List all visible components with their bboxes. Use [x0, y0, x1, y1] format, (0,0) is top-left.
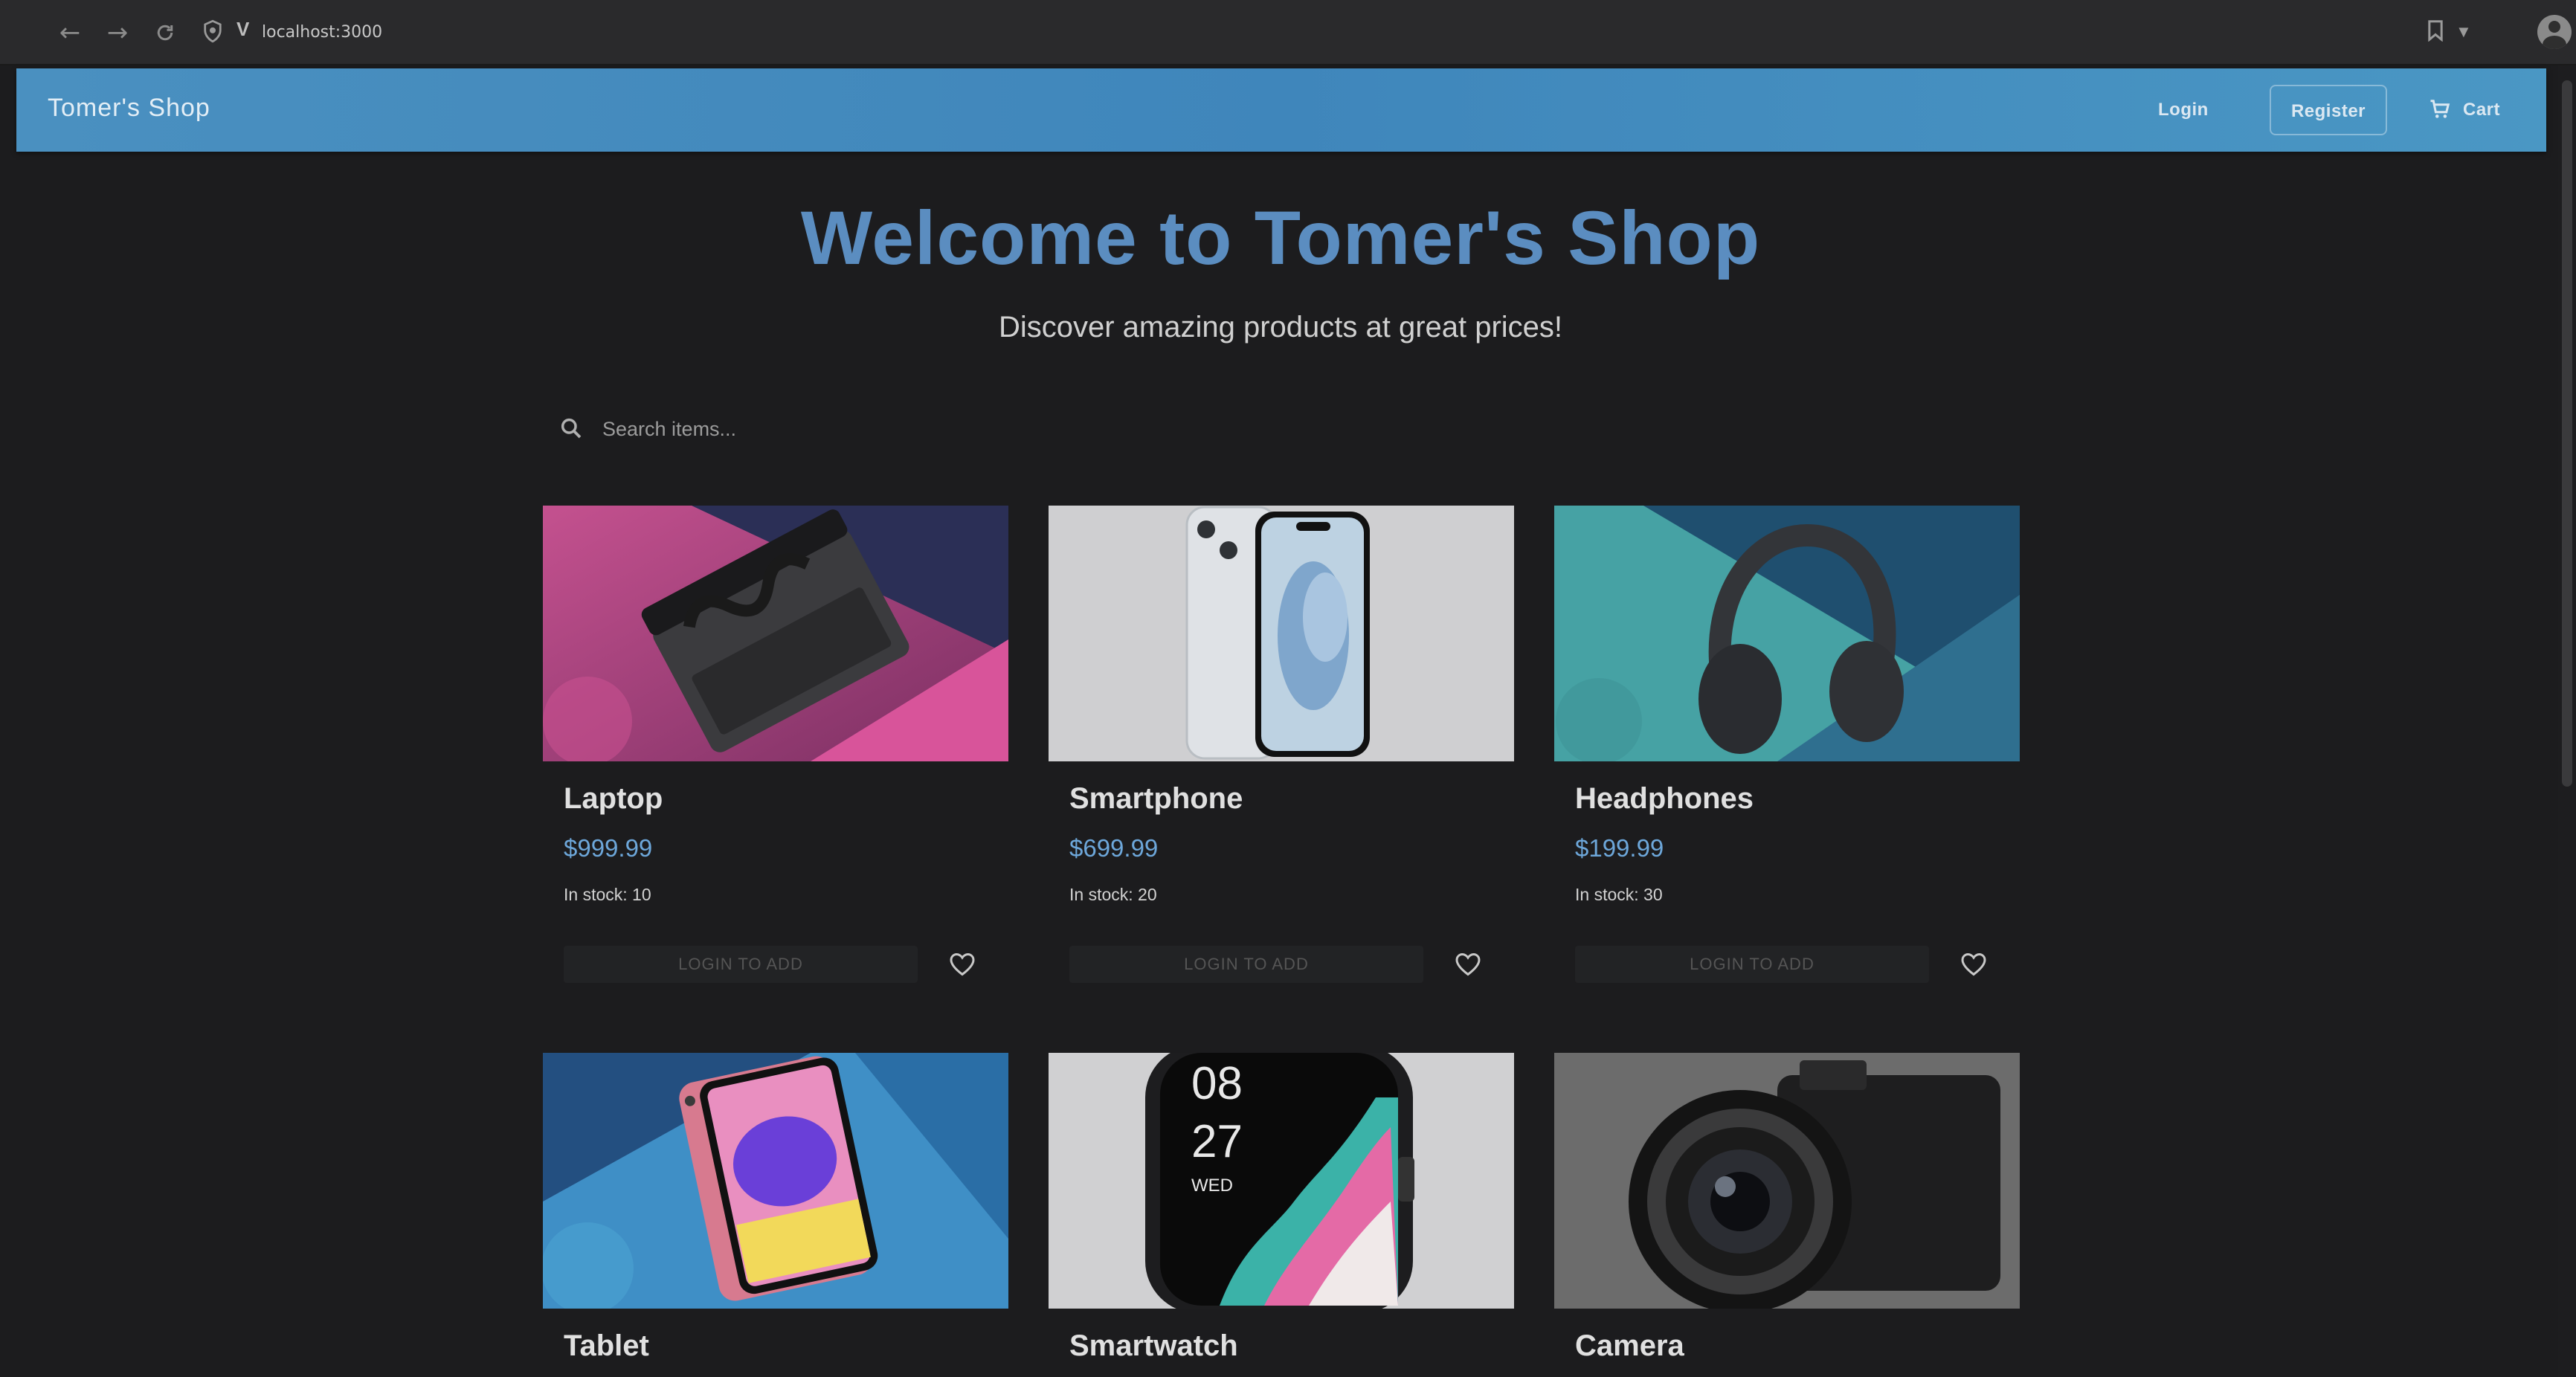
search-input[interactable]: [601, 412, 1942, 446]
heart-icon[interactable]: [1455, 952, 1483, 978]
product-price: $699.99: [1069, 834, 1159, 862]
laptop-image[interactable]: [543, 506, 1008, 761]
login-to-add-button[interactable]: LOGIN TO ADD: [564, 946, 918, 983]
login-link[interactable]: Login: [2158, 92, 2209, 128]
product-name[interactable]: Laptop: [564, 782, 663, 816]
brand-logo[interactable]: Tomer's Shop: [48, 94, 210, 123]
product-name[interactable]: Headphones: [1575, 782, 1754, 816]
product-name[interactable]: Smartphone: [1069, 782, 1243, 816]
cart-icon[interactable]: [2429, 98, 2451, 120]
register-button[interactable]: Register: [2270, 85, 2387, 135]
bookmark-icon[interactable]: [2427, 19, 2445, 45]
avatar-head-shape: [2548, 21, 2560, 33]
browser-toolbar: ← → V localhost:3000 ▼: [0, 0, 2576, 65]
login-to-add-button[interactable]: LOGIN TO ADD: [1069, 946, 1423, 983]
heart-icon[interactable]: [949, 952, 977, 978]
shield-icon[interactable]: [202, 19, 225, 45]
forward-arrow-icon[interactable]: →: [101, 16, 134, 49]
reload-icon[interactable]: [149, 16, 181, 49]
product-name[interactable]: Tablet: [564, 1329, 649, 1363]
product-name[interactable]: Camera: [1575, 1329, 1684, 1363]
cart-link[interactable]: Cart: [2463, 92, 2500, 128]
page-subtitle: Discover amazing products at great price…: [998, 311, 1563, 344]
product-stock: In stock: 10: [564, 885, 651, 904]
tablet-image[interactable]: [543, 1053, 1008, 1309]
back-arrow-icon[interactable]: ←: [54, 16, 86, 49]
product-stock: In stock: 20: [1069, 885, 1157, 904]
product-name[interactable]: Smartwatch: [1069, 1329, 1238, 1363]
product-stock: In stock: 30: [1575, 885, 1663, 904]
address-bar[interactable]: localhost:3000: [262, 19, 382, 46]
product-price: $999.99: [564, 834, 653, 862]
profile-avatar-icon[interactable]: [2537, 15, 2572, 49]
page-title: Welcome to Tomer's Shop: [800, 196, 1761, 280]
search-icon: [559, 416, 583, 440]
headphones-image[interactable]: [1554, 506, 2020, 761]
page-scrollbar[interactable]: [2558, 65, 2576, 1377]
heart-icon[interactable]: [1960, 952, 1989, 978]
product-price: $199.99: [1575, 834, 1664, 862]
chevron-down-icon[interactable]: ▼: [2456, 22, 2472, 42]
avatar-body-shape: [2543, 36, 2566, 49]
scrollbar-thumb[interactable]: [2562, 80, 2572, 787]
watch-hour: 08: [1191, 1058, 1243, 1109]
camera-image[interactable]: [1554, 1053, 2020, 1309]
vivaldi-logo-icon: V: [236, 18, 250, 40]
login-to-add-button[interactable]: LOGIN TO ADD: [1575, 946, 1929, 983]
search-bar: [550, 402, 2008, 455]
app-header: Tomer's Shop Login Register Cart: [16, 68, 2546, 152]
smartphone-image[interactable]: [1049, 506, 1514, 761]
smartwatch-image[interactable]: 08 27 WED: [1049, 1053, 1514, 1309]
watch-minute: 27: [1191, 1116, 1243, 1167]
watch-day: WED: [1191, 1176, 1233, 1196]
